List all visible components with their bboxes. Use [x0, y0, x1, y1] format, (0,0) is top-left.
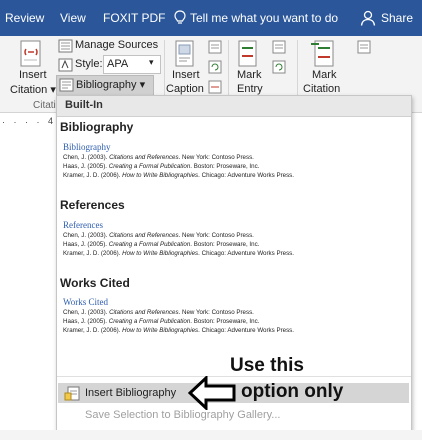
citation-entry: Kramer, J. D. (2006). How to Write Bibli…	[63, 327, 294, 334]
manage-sources-icon	[58, 39, 73, 53]
citation-entry: Kramer, J. D. (2006). How to Write Bibli…	[63, 250, 294, 257]
gallery-header: Built-In	[57, 96, 411, 117]
tab-foxit-pdf[interactable]: FOXIT PDF	[103, 11, 165, 25]
style-select[interactable]: APA ▾	[103, 55, 161, 74]
tab-view[interactable]: View	[60, 11, 86, 25]
insert-caption-label-2[interactable]: Caption	[166, 83, 204, 95]
insert-index-icon[interactable]	[272, 40, 286, 54]
mark-citation-label-2[interactable]: Citation	[303, 83, 340, 95]
bibliography-label: Bibliography ▾	[76, 79, 146, 91]
section-heading-preview: Bibliography	[63, 142, 111, 152]
horizontal-ruler: · · · · 4	[0, 113, 56, 133]
style-icon	[58, 58, 73, 72]
status-strip	[0, 430, 422, 440]
title-bar: Review View FOXIT PDF Tell me what you w…	[0, 0, 422, 36]
insert-caption-label-1[interactable]: Insert	[172, 69, 200, 81]
section-title: Bibliography	[60, 120, 134, 134]
table-of-figures-icon[interactable]	[208, 40, 222, 54]
mark-citation-label-1[interactable]: Mark	[312, 69, 336, 81]
citation-entry: Haas, J. (2005). Creating a Formal Publi…	[63, 163, 260, 170]
built-in-heading: Built-In	[65, 99, 103, 111]
citations-group-label: Citati	[33, 100, 56, 111]
citation-entry: Haas, J. (2005). Creating a Formal Publi…	[63, 318, 260, 325]
tab-review[interactable]: Review	[5, 11, 44, 25]
insert-citation-label-2[interactable]: Citation ▾	[10, 83, 56, 96]
share-button[interactable]: Share	[381, 11, 413, 25]
document-area[interactable]	[0, 133, 56, 440]
lightbulb-icon	[174, 10, 186, 24]
bibliography-icon	[59, 78, 74, 92]
insert-table-of-authorities-icon[interactable]	[357, 40, 371, 54]
insert-caption-icon	[175, 40, 194, 67]
mark-citation-icon	[311, 40, 334, 67]
update-table-icon[interactable]	[208, 60, 222, 74]
cross-reference-icon[interactable]	[208, 80, 222, 94]
style-value: APA	[107, 58, 129, 70]
save-selection-label: Save Selection to Bibliography Gallery..…	[85, 409, 281, 421]
mark-entry-label-1[interactable]: Mark	[237, 69, 261, 81]
tell-me-search[interactable]: Tell me what you want to do	[190, 11, 338, 25]
citation-entry: Chen, J. (2003). Citations and Reference…	[63, 154, 254, 161]
update-index-icon[interactable]	[272, 60, 286, 74]
section-heading-preview: Works Cited	[63, 297, 109, 307]
manage-sources-button[interactable]: Manage Sources	[75, 39, 158, 51]
section-title: Works Cited	[60, 276, 130, 290]
citation-entry: Chen, J. (2003). Citations and Reference…	[63, 232, 254, 239]
citation-entry: Kramer, J. D. (2006). How to Write Bibli…	[63, 172, 294, 179]
citation-entry: Haas, J. (2005). Creating a Formal Publi…	[63, 241, 260, 248]
annotation-line-2: option only	[241, 381, 344, 402]
insert-bibliography-label: Insert Bibliography	[85, 387, 177, 399]
mark-entry-icon	[238, 40, 257, 67]
bibliography-button[interactable]: Bibliography ▾	[56, 75, 154, 96]
chevron-down-icon: ▾	[149, 57, 154, 67]
ruler-ticks: · · · ·	[2, 117, 43, 127]
person-share-icon	[360, 10, 376, 26]
citation-entry: Chen, J. (2003). Citations and Reference…	[63, 309, 254, 316]
ruler-marker: 4	[48, 116, 54, 126]
insert-bibliography-icon	[64, 386, 80, 401]
insert-citation-icon	[20, 40, 41, 67]
insert-citation-label-1[interactable]: Insert	[19, 69, 47, 81]
annotation-line-1: Use this	[230, 355, 304, 376]
mark-entry-label-2[interactable]: Entry	[237, 83, 263, 95]
style-label: Style:	[75, 58, 103, 70]
section-heading-preview: References	[63, 220, 103, 230]
left-arrow-icon	[188, 376, 236, 410]
section-title: References	[60, 198, 125, 212]
